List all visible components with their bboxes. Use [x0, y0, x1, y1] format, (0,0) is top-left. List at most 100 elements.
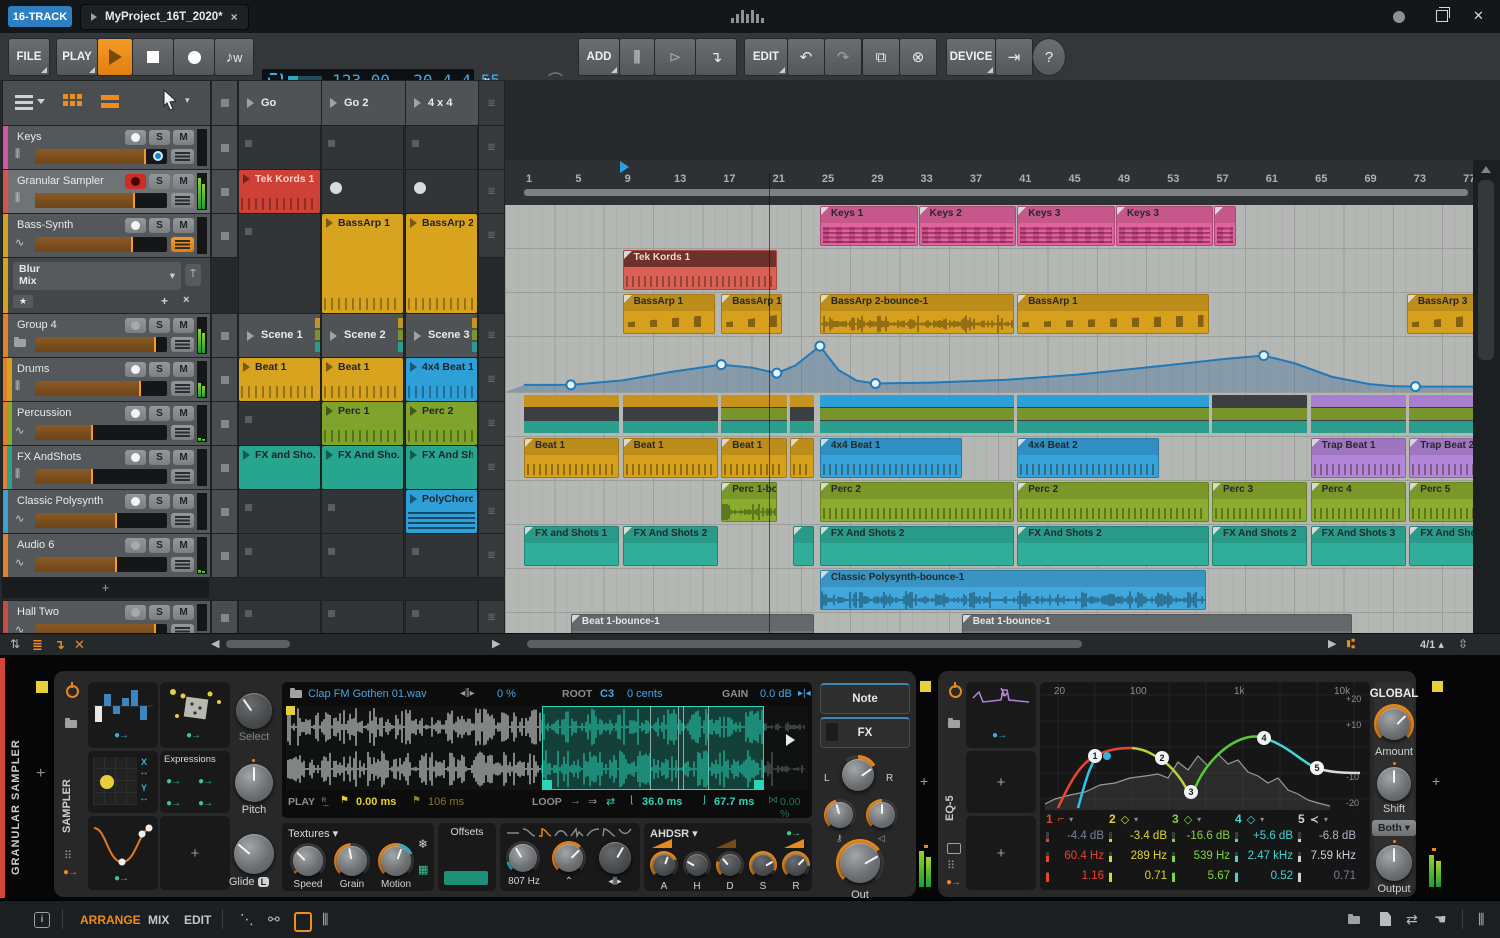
- arranger-clip[interactable]: FX And Shots 2: [819, 526, 1014, 566]
- clip-slot[interactable]: [321, 125, 404, 170]
- arranger-clip[interactable]: BassArp 3: [1406, 294, 1473, 334]
- device-power-icon[interactable]: [66, 682, 79, 698]
- launcher-panel-icon[interactable]: [294, 912, 312, 932]
- arranger-clip[interactable]: [790, 438, 814, 478]
- solo-button[interactable]: S: [149, 130, 170, 145]
- add-automation-lane-button[interactable]: +: [161, 294, 168, 308]
- band-freq-value[interactable]: 7.59 kHz: [1296, 850, 1358, 862]
- track-header[interactable]: Classic Polysynth S M ∿: [2, 489, 211, 534]
- record-arm-button[interactable]: [125, 538, 146, 553]
- select-knob[interactable]: [236, 693, 272, 729]
- modulators-icon[interactable]: ●→: [946, 877, 961, 888]
- volume-slider[interactable]: [35, 469, 167, 484]
- track-header[interactable]: Audio 6 S M ∿: [2, 533, 211, 578]
- clip-slot[interactable]: [238, 600, 321, 635]
- clip-slot[interactable]: [405, 600, 478, 635]
- clip-slot[interactable]: Beat 1: [238, 357, 321, 402]
- arranger-clip[interactable]: Perc 3: [1212, 482, 1308, 522]
- volume-slider[interactable]: [35, 193, 167, 208]
- band-q-value[interactable]: 0.52: [1233, 870, 1295, 882]
- group-track-segment[interactable]: [1409, 395, 1473, 433]
- out-knob[interactable]: [836, 839, 884, 887]
- solo-button[interactable]: S: [149, 450, 170, 465]
- env-knob[interactable]: [749, 851, 777, 879]
- device-name-vertical[interactable]: EQ-5: [944, 761, 956, 821]
- arranger-clip[interactable]: BassArp 1: [721, 294, 782, 334]
- device-power-icon[interactable]: [949, 682, 962, 698]
- launcher-clip[interactable]: FX and Sho...: [239, 446, 320, 489]
- loop-length-value[interactable]: 67.7 ms: [714, 796, 754, 808]
- track-header[interactable]: Percussion S M ∿: [2, 401, 211, 446]
- clip-slot[interactable]: [321, 489, 404, 534]
- band-header[interactable]: 1 ⌐ ▾: [1044, 812, 1106, 826]
- link-icon[interactable]: ⚯: [268, 911, 280, 928]
- band-q-value[interactable]: 1.16: [1044, 870, 1106, 882]
- insert-device-button[interactable]: ⇥: [995, 38, 1033, 76]
- stop-all-cell[interactable]: [211, 80, 238, 126]
- clip-menu-cell[interactable]: ≣: [478, 533, 505, 578]
- undo-button[interactable]: ↶: [787, 38, 825, 76]
- clip-menu-cell[interactable]: ≣: [478, 213, 505, 258]
- textures-mode-select[interactable]: Textures ▾: [288, 827, 338, 840]
- glide-knob[interactable]: [234, 834, 274, 874]
- clip-slot[interactable]: Scene 3: [405, 313, 478, 358]
- arranger-clip[interactable]: FX And Shots 3: [1310, 526, 1406, 566]
- arranger-clip[interactable]: BassArp 1: [1017, 294, 1209, 334]
- project-template-badge[interactable]: 16-TRACK: [8, 6, 72, 27]
- delete-button[interactable]: ⊗: [899, 38, 937, 76]
- track-header[interactable]: FX AndShots S M ⫼: [2, 445, 211, 490]
- loop-start-handle[interactable]: [542, 780, 552, 790]
- preset-folder-icon[interactable]: [65, 718, 77, 728]
- mix-view-tab[interactable]: MIX: [148, 913, 169, 927]
- clip-stop-cell[interactable]: [211, 401, 238, 446]
- band-freq-value[interactable]: 539 Hz: [1170, 850, 1232, 862]
- clip-menu-cell[interactable]: ≣: [478, 489, 505, 534]
- add-device-icon[interactable]: +: [1432, 773, 1440, 789]
- voices-knob[interactable]: [866, 799, 898, 831]
- scene-launch-cell[interactable]: 4 x 4: [405, 80, 486, 126]
- solo-button[interactable]: S: [149, 174, 170, 189]
- clip-menu-cell[interactable]: ≣: [478, 401, 505, 446]
- band-header[interactable]: 4 ◇ ▾: [1233, 812, 1295, 826]
- clip-slot[interactable]: 4x4 Beat 1: [405, 357, 478, 402]
- volume-slider[interactable]: [35, 237, 167, 252]
- record-arm-button[interactable]: [125, 494, 146, 509]
- grain-shape-icon[interactable]: [506, 827, 520, 838]
- launcher-clip[interactable]: PolyChords: [406, 490, 477, 533]
- scroll-left-icon[interactable]: ◀: [211, 637, 219, 650]
- track-menu-button[interactable]: [171, 193, 194, 208]
- track-header[interactable]: Keys S M ⫼: [2, 125, 211, 170]
- arranger-clip[interactable]: [1214, 206, 1236, 246]
- clip-slot[interactable]: [405, 169, 478, 214]
- automation-point[interactable]: [1258, 350, 1270, 362]
- modulator-steps[interactable]: ●→: [88, 682, 158, 748]
- clip-slot[interactable]: [238, 125, 321, 170]
- duplicate-button[interactable]: ⧉: [862, 38, 900, 76]
- keytrack-value[interactable]: 0 %: [497, 688, 516, 700]
- grain-shape-icon[interactable]: [522, 827, 536, 838]
- clip-slot[interactable]: Perc 1: [321, 401, 404, 446]
- clip-stop-cell[interactable]: [211, 445, 238, 490]
- env-knob[interactable]: [683, 851, 711, 879]
- redo-button[interactable]: ↷: [824, 38, 862, 76]
- scroll-up-icon[interactable]: [1481, 166, 1491, 173]
- remote-controls-icon[interactable]: ⠿: [64, 849, 72, 862]
- play-menu-button[interactable]: PLAY: [56, 38, 98, 76]
- remote-controls-icon[interactable]: ⠿: [947, 859, 955, 872]
- arranger-clip[interactable]: Keys 1: [819, 206, 918, 246]
- arranger-clip[interactable]: FX And Shots 2: [1017, 526, 1209, 566]
- band-gain-value[interactable]: -16.6 dB: [1170, 830, 1232, 842]
- launcher-scrollbar-thumb[interactable]: [226, 640, 290, 648]
- modulator-envelope-follower[interactable]: ●→: [966, 682, 1036, 748]
- track-color-swatch[interactable]: [36, 681, 48, 693]
- scroll-right-icon[interactable]: ▶: [492, 637, 500, 650]
- solo-button[interactable]: S: [149, 318, 170, 333]
- arranger-clip[interactable]: [792, 526, 814, 566]
- band-q-value[interactable]: 0.71: [1107, 870, 1169, 882]
- solo-button[interactable]: S: [149, 538, 170, 553]
- band-header[interactable]: 2 ◇ ▾: [1107, 812, 1169, 826]
- add-modulator-slot[interactable]: +: [160, 816, 230, 890]
- automation-point[interactable]: [771, 367, 783, 379]
- clip-slot[interactable]: Scene 2: [321, 313, 404, 358]
- automation-point[interactable]: [1409, 381, 1421, 392]
